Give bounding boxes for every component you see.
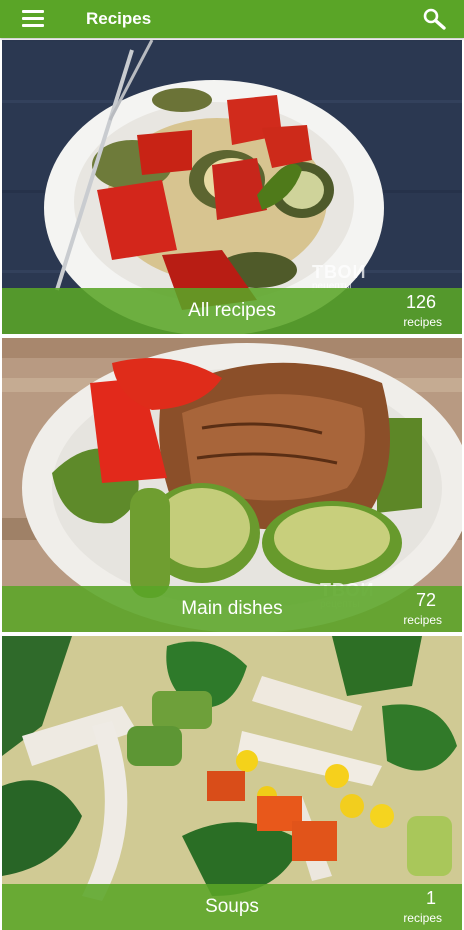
category-card-soups[interactable]: Soups 1 recipes: [2, 636, 462, 930]
watermark-brand: ТВОИ: [312, 262, 367, 282]
category-label: Soups: [205, 896, 259, 917]
recipe-count: 126: [405, 292, 436, 312]
hamburger-menu-icon[interactable]: [20, 9, 46, 29]
recipe-count: 72: [415, 590, 436, 610]
search-icon[interactable]: [422, 7, 448, 31]
category-caption: All recipes 126 recipes: [2, 288, 462, 334]
category-caption: Soups 1 recipes: [2, 884, 462, 930]
app-bar: Recipes: [0, 0, 464, 38]
recipe-count-unit: recipes: [403, 315, 442, 329]
category-card-all-recipes[interactable]: ТВОИ рецепты All recipes 126 recipes: [2, 40, 462, 334]
page-title: Recipes: [86, 9, 152, 28]
category-card-main-dishes[interactable]: ТВОИ рецепты Main dishes 72 recipes: [2, 338, 462, 632]
recipe-count-unit: recipes: [403, 911, 442, 925]
recipe-count-unit: recipes: [403, 613, 442, 627]
category-label: Main dishes: [181, 598, 283, 619]
category-caption: Main dishes 72 recipes: [2, 586, 462, 632]
category-label: All recipes: [188, 300, 276, 321]
recipe-count: 1: [425, 888, 436, 908]
